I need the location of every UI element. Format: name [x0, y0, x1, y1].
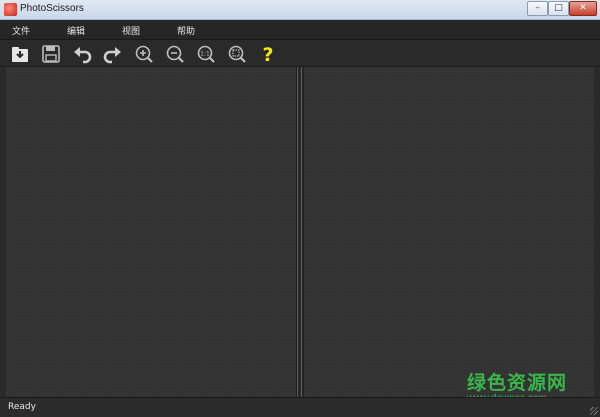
original-image-pane[interactable] [6, 67, 297, 397]
watermark-title: 绿色资源网 [467, 372, 568, 394]
open-icon [12, 47, 28, 62]
window-title: PhotoScissors [20, 3, 84, 14]
zoom-out-button[interactable] [164, 43, 186, 65]
status-bar: Ready [0, 397, 600, 417]
zoom-actual-size-icon: 1:1 [197, 45, 215, 63]
help-button[interactable]: ? [257, 43, 279, 65]
menu-bar: 文件 编辑 视图 帮助 [0, 20, 600, 40]
zoom-in-icon [135, 45, 153, 63]
right-border [594, 67, 600, 397]
zoom-fit-icon [228, 45, 246, 63]
close-button[interactable]: ✕ [569, 1, 597, 16]
save-button[interactable] [40, 43, 62, 65]
pane-splitter[interactable] [297, 67, 302, 397]
resize-grip-icon[interactable] [590, 407, 598, 415]
maximize-button[interactable]: □ [548, 1, 569, 16]
app-window: PhotoScissors – □ ✕ 文件 编辑 视图 帮助 1:1 ? 绿色… [0, 0, 600, 417]
help-icon: ? [262, 44, 273, 65]
help-label: ? [262, 44, 273, 65]
menu-help[interactable]: 帮助 [177, 24, 195, 37]
toolbar: 1:1 ? [0, 40, 600, 67]
menu-view[interactable]: 视图 [122, 24, 140, 37]
open-button[interactable] [9, 43, 31, 65]
redo-button[interactable] [102, 43, 124, 65]
menu-file[interactable]: 文件 [12, 24, 30, 37]
zoom-out-icon [166, 45, 184, 63]
zoom-actual-size-label: 1:1 [200, 51, 210, 58]
minimize-button[interactable]: – [527, 1, 548, 16]
save-icon [42, 45, 60, 63]
menu-edit[interactable]: 编辑 [67, 24, 85, 37]
zoom-actual-size-button[interactable]: 1:1 [195, 43, 217, 65]
zoom-fit-button[interactable] [226, 43, 248, 65]
zoom-in-button[interactable] [133, 43, 155, 65]
undo-icon [74, 47, 92, 64]
title-bar[interactable]: PhotoScissors – □ ✕ [0, 0, 600, 20]
undo-button[interactable] [71, 43, 93, 65]
result-image-pane[interactable] [303, 67, 595, 397]
redo-icon [103, 47, 121, 64]
status-text: Ready [8, 402, 36, 412]
app-icon[interactable] [4, 3, 17, 16]
